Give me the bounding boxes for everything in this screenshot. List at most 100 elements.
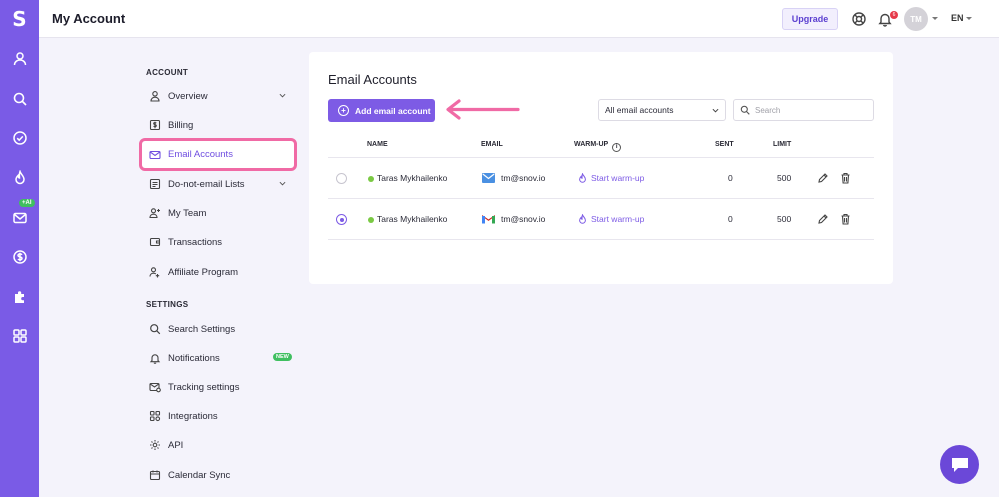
- chevron-down-icon: [712, 108, 719, 113]
- sidebar-item-transactions[interactable]: Transactions: [139, 228, 297, 256]
- account-section-title: ACCOUNT: [146, 68, 189, 77]
- upgrade-button[interactable]: Upgrade: [782, 8, 838, 30]
- add-email-account-button[interactable]: + Add email account: [328, 99, 435, 122]
- api-gear-icon: [148, 439, 161, 452]
- account-filter-select[interactable]: All email accounts: [598, 99, 726, 121]
- integrations-icon: [148, 410, 161, 423]
- sent-count: 0: [728, 214, 733, 224]
- table-row[interactable]: Taras Mykhailenko tm@snov.io Start warm-…: [328, 158, 874, 198]
- chat-bubble-icon: [951, 457, 968, 472]
- info-icon[interactable]: i: [612, 143, 622, 152]
- bell-icon: [148, 352, 161, 365]
- sidebar-item-label: Do-not-email Lists: [168, 178, 245, 190]
- flame-icon: [579, 214, 586, 224]
- row-select-radio[interactable]: [336, 214, 347, 225]
- search-box[interactable]: [733, 99, 874, 121]
- calendar-icon: [148, 469, 161, 482]
- status-dot: [368, 176, 374, 182]
- wallet-icon: [148, 236, 161, 249]
- account-filter-value: All email accounts: [605, 105, 674, 115]
- sidebar-item-label: Billing: [168, 119, 194, 131]
- sent-count: 0: [728, 173, 733, 183]
- sidebar-item-label: My Team: [168, 207, 207, 219]
- pointer-arrow-icon: [446, 99, 520, 120]
- sidebar-item-label: Integrations: [168, 410, 218, 422]
- language-selector[interactable]: EN: [951, 13, 964, 23]
- sidebar-item-overview[interactable]: Overview: [139, 82, 297, 110]
- affiliate-icon: [148, 266, 161, 279]
- user-icon[interactable]: [8, 47, 31, 70]
- mail-provider-icon: [482, 173, 495, 183]
- chevron-down-icon[interactable]: [279, 92, 286, 99]
- daily-limit: 500: [777, 214, 792, 224]
- sidebar-item-label: API: [168, 439, 184, 451]
- sidebar-item-label: Affiliate Program: [168, 266, 239, 278]
- email-accounts-panel: Email Accounts + Add email account All e…: [309, 52, 893, 284]
- team-icon: [148, 207, 161, 220]
- sidebar-item-api[interactable]: API: [139, 431, 297, 459]
- chat-widget-button[interactable]: [940, 445, 979, 484]
- user-icon: [148, 90, 161, 103]
- avatar-caret-icon[interactable]: [932, 17, 938, 20]
- app-logo[interactable]: S: [0, 6, 39, 32]
- page-title: My Account: [52, 11, 126, 26]
- search-icon: [740, 105, 750, 115]
- status-dot: [368, 217, 374, 223]
- delete-trash-icon[interactable]: [840, 172, 851, 184]
- sidebar-item-my-team[interactable]: My Team: [139, 199, 297, 227]
- top-header: My Account Upgrade 6 TM EN: [39, 0, 999, 38]
- avatar[interactable]: TM: [904, 7, 928, 31]
- start-warmup-link[interactable]: Start warm-up: [591, 214, 644, 224]
- panel-title: Email Accounts: [328, 72, 417, 87]
- sidebar-item-label: Tracking settings: [168, 381, 240, 393]
- column-header-email: EMAIL: [481, 141, 503, 148]
- column-header-warmup: WARM-UP i: [574, 141, 622, 152]
- account-name: Taras Mykhailenko: [377, 214, 448, 224]
- plus-circle-icon: +: [338, 105, 349, 116]
- tracking-icon: [148, 381, 161, 394]
- apps-icon[interactable]: [8, 324, 31, 347]
- mail-icon[interactable]: [8, 206, 31, 229]
- sidebar-item-billing[interactable]: Billing: [139, 111, 297, 139]
- edit-pencil-icon[interactable]: [817, 213, 828, 225]
- sidebar-item-tracking-settings[interactable]: Tracking settings: [139, 373, 297, 401]
- start-warmup-link[interactable]: Start warm-up: [591, 173, 644, 183]
- help-lifebuoy-icon[interactable]: [851, 11, 867, 27]
- chevron-down-icon[interactable]: [279, 180, 286, 187]
- app-rail: S +AI: [0, 0, 39, 497]
- sidebar-item-label: Calendar Sync: [168, 469, 231, 481]
- sidebar-item-calendar-sync[interactable]: Calendar Sync: [139, 461, 297, 489]
- sidebar-item-search-settings[interactable]: Search Settings: [139, 315, 297, 343]
- puzzle-icon[interactable]: [8, 285, 31, 308]
- sidebar-item-email-accounts[interactable]: Email Accounts: [139, 138, 297, 171]
- list-icon: [148, 178, 161, 191]
- search-input[interactable]: [755, 105, 865, 115]
- edit-pencil-icon[interactable]: [817, 172, 828, 184]
- sidebar-item-do-not-email-lists[interactable]: Do-not-email Lists: [139, 170, 297, 198]
- daily-limit: 500: [777, 173, 792, 183]
- sidebar-item-affiliate-program[interactable]: Affiliate Program: [139, 258, 297, 286]
- flame-icon[interactable]: [8, 166, 31, 189]
- billing-icon: [148, 119, 161, 132]
- column-header-warmup-label: WARM-UP: [574, 141, 609, 148]
- account-email: tm@snov.io: [501, 214, 546, 224]
- flame-icon: [579, 173, 586, 183]
- settings-section-title: SETTINGS: [146, 300, 189, 309]
- mail-icon: [148, 148, 161, 161]
- dollar-icon[interactable]: [8, 245, 31, 268]
- column-header-name: NAME: [367, 141, 388, 148]
- column-header-sent: SENT: [715, 141, 734, 148]
- language-caret-icon[interactable]: [966, 17, 972, 20]
- row-divider: [328, 239, 874, 240]
- sidebar-item-label: Email Accounts: [168, 149, 233, 160]
- check-circle-icon[interactable]: [8, 126, 31, 149]
- add-email-account-label: Add email account: [355, 105, 431, 116]
- delete-trash-icon[interactable]: [840, 213, 851, 225]
- table-row[interactable]: Taras Mykhailenko tm@snov.io Start warm-…: [328, 199, 874, 239]
- row-select-radio[interactable]: [336, 173, 347, 184]
- sidebar-item-label: Overview: [168, 90, 208, 102]
- search-icon: [148, 323, 161, 336]
- sidebar-item-integrations[interactable]: Integrations: [139, 402, 297, 430]
- search-icon[interactable]: [8, 87, 31, 110]
- sidebar-item-notifications[interactable]: Notifications NEW: [139, 344, 297, 372]
